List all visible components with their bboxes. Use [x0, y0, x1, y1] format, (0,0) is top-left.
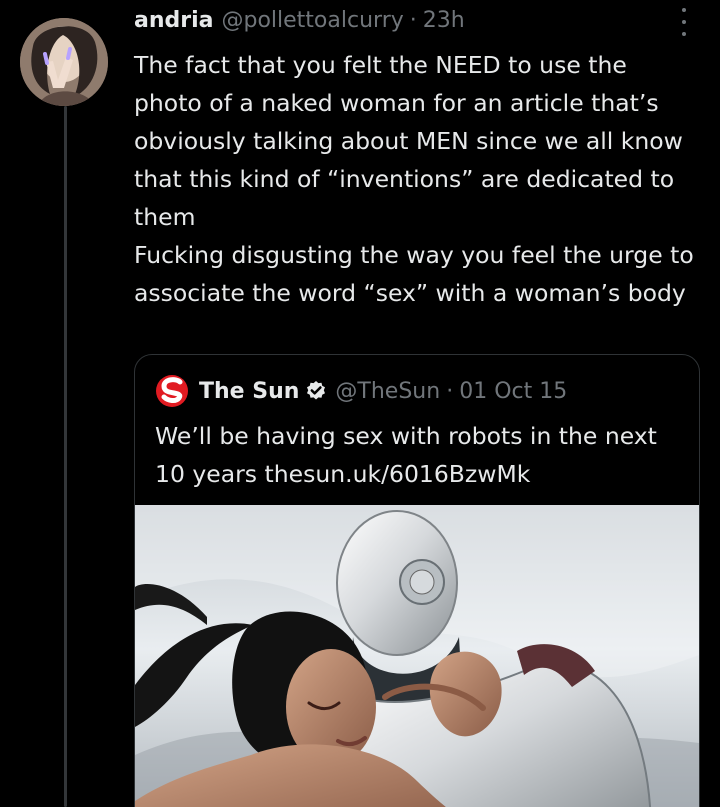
quoted-header-separator: ·	[446, 378, 454, 404]
more-options-icon[interactable]	[678, 8, 690, 36]
verified-icon	[307, 381, 326, 400]
tweet-header: andria @pollettoalcurry · 23h	[134, 4, 700, 36]
header-separator: ·	[409, 7, 417, 33]
author-handle[interactable]: @pollettoalcurry	[222, 8, 404, 33]
quoted-tweet-card[interactable]: The Sun @TheSun · 01 Oct 15 We’ll be hav…	[134, 354, 700, 807]
tweet-time[interactable]: 23h	[423, 8, 465, 33]
tweet-page: andria @pollettoalcurry · 23h The fact t…	[0, 0, 720, 807]
thread-connector-line	[64, 106, 67, 807]
quoted-tweet-header: The Sun @TheSun · 01 Oct 15	[155, 375, 567, 407]
the-sun-logo-icon	[156, 375, 188, 407]
quoted-tweet-date[interactable]: 01 Oct 15	[459, 379, 567, 404]
tweet-text: The fact that you felt the NEED to use t…	[134, 51, 694, 307]
more-dot-2	[682, 20, 686, 24]
avatar[interactable]	[20, 18, 108, 106]
more-dot-3	[682, 32, 686, 36]
avatar-photo-icon	[20, 18, 108, 106]
author-name[interactable]: andria	[134, 8, 214, 33]
more-dot-1	[682, 8, 686, 12]
robot-and-woman-photo-icon	[135, 505, 699, 807]
quoted-tweet-link[interactable]: thesun.uk/6016BzwMk	[265, 460, 531, 488]
quoted-author-handle[interactable]: @TheSun	[335, 379, 440, 404]
quoted-tweet-text: We’ll be having sex with robots in the n…	[155, 417, 675, 493]
quoted-author-name[interactable]: The Sun	[199, 379, 299, 404]
tweet-content: andria @pollettoalcurry · 23h The fact t…	[134, 4, 700, 312]
quoted-tweet-image[interactable]	[135, 505, 699, 807]
